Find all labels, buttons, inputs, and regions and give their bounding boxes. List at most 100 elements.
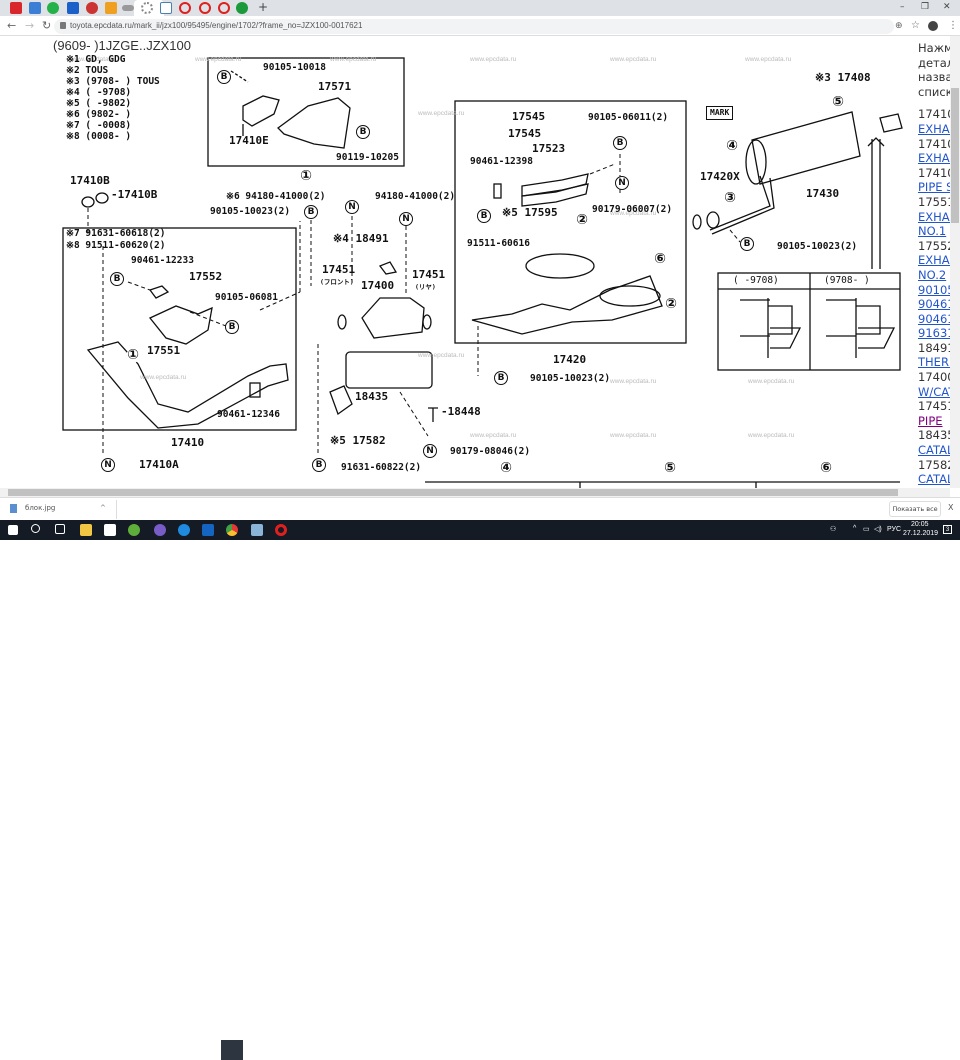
viber-icon[interactable]	[154, 524, 166, 536]
task-view-icon[interactable]	[55, 524, 65, 534]
tab-bookmark-icon[interactable]	[105, 2, 117, 14]
part-label[interactable]: 18435	[355, 391, 388, 402]
part-label[interactable]: 17545	[512, 111, 545, 122]
tab-link-icon[interactable]	[122, 5, 134, 11]
zoom-icon[interactable]: ⊕	[895, 21, 903, 31]
tab-shield-icon[interactable]	[86, 2, 98, 14]
download-menu-chevron[interactable]: ^	[100, 504, 106, 512]
download-filename[interactable]: блок.jpg	[25, 504, 55, 512]
part-label[interactable]: 91631-60822(2)	[341, 463, 421, 473]
tab-pdf-icon[interactable]	[10, 2, 22, 14]
close-window-button[interactable]: ✕	[943, 2, 951, 12]
part-label[interactable]: 94180-41000(2)	[375, 192, 455, 202]
part-label[interactable]: ※6 94180-41000(2)	[226, 192, 325, 202]
part-label[interactable]: 90105-10023(2)	[777, 242, 857, 252]
part-label[interactable]: 17451	[412, 269, 445, 280]
reload-icon[interactable]: ↻	[42, 19, 51, 32]
tab-target-icon[interactable]	[179, 2, 191, 14]
part-link[interactable]: EXHAU	[918, 151, 950, 166]
clock-time[interactable]: 20:05	[911, 521, 929, 528]
part-label[interactable]: 17420	[553, 354, 586, 365]
part-link[interactable]: 90105	[918, 283, 950, 298]
tab-app-icon[interactable]	[29, 2, 41, 14]
part-link[interactable]: CATAL	[918, 443, 950, 458]
tab-a-icon[interactable]	[67, 2, 79, 14]
people-icon[interactable]: ⚇	[830, 525, 836, 533]
part-label[interactable]: 91511-60616	[467, 239, 530, 249]
close-download-bar[interactable]: X	[948, 503, 953, 512]
app-icon[interactable]	[251, 524, 263, 536]
edge-icon[interactable]	[178, 524, 190, 536]
tab-target-icon[interactable]	[218, 2, 230, 14]
vertical-scroll-thumb[interactable]	[951, 88, 959, 223]
part-label[interactable]: 90119-10205	[336, 153, 399, 163]
part-label[interactable]: 17451	[322, 264, 355, 275]
notifications-icon[interactable]: 3	[943, 525, 952, 534]
menu-icon[interactable]: ⋮	[948, 20, 958, 31]
part-link[interactable]: THERM	[918, 355, 950, 370]
back-icon[interactable]: ←	[7, 19, 16, 32]
part-label[interactable]: 90461-12346	[217, 410, 280, 420]
part-label[interactable]: ※4 18491	[333, 233, 389, 244]
part-label[interactable]: 17410B	[70, 175, 110, 186]
part-label[interactable]: ※8 91511-60620(2)	[66, 241, 165, 251]
tray-chevron-icon[interactable]: ^	[853, 525, 856, 532]
part-label[interactable]: ※3 17408	[815, 72, 871, 83]
part-link[interactable]: 90461	[918, 312, 950, 327]
search-icon[interactable]	[31, 524, 40, 533]
part-label[interactable]: 90461-12233	[131, 256, 194, 266]
part-label[interactable]: 17410E	[229, 135, 269, 146]
part-link[interactable]: CATAL	[918, 472, 950, 487]
part-label[interactable]: -17410B	[111, 189, 157, 200]
file-explorer-icon[interactable]	[80, 524, 92, 536]
volume-icon[interactable]: ◁)	[874, 525, 882, 533]
network-icon[interactable]: ▭	[863, 525, 870, 533]
store-icon[interactable]	[104, 524, 116, 536]
target-app-icon[interactable]	[275, 524, 287, 536]
part-link[interactable]: EXHAU	[918, 253, 950, 268]
url-text[interactable]: toyota.epcdata.ru/mark_ii/jzx100/95495/e…	[70, 21, 362, 30]
tab-gear-icon[interactable]	[141, 2, 153, 14]
part-label[interactable]: ※5 17595	[502, 207, 558, 218]
part-label[interactable]: -18448	[441, 406, 481, 417]
tab-g-icon[interactable]	[160, 2, 172, 14]
horizontal-scroll-thumb[interactable]	[8, 489, 898, 496]
part-label[interactable]: ※5 17582	[330, 435, 386, 446]
part-link[interactable]: W/CAT	[918, 385, 950, 400]
part-label[interactable]: ※7 91631-60618(2)	[66, 229, 165, 239]
part-label[interactable]: 90105-10018	[263, 63, 326, 73]
part-label[interactable]: 17400	[361, 280, 394, 291]
clock-date[interactable]: 27.12.2019	[903, 530, 938, 537]
part-label[interactable]: 90461-12398	[470, 157, 533, 167]
part-label[interactable]: 17552	[189, 271, 222, 282]
part-link[interactable]: EXHAU	[918, 210, 950, 225]
profile-icon[interactable]	[928, 21, 938, 31]
part-label[interactable]: 17545	[508, 128, 541, 139]
part-label[interactable]: 17430	[806, 188, 839, 199]
restore-button[interactable]: ❐	[921, 2, 929, 12]
part-label[interactable]: 17523	[532, 143, 565, 154]
part-link[interactable]: 90461	[918, 297, 950, 312]
chrome-icon[interactable]	[226, 524, 238, 536]
lock-icon[interactable]	[60, 22, 66, 29]
part-link[interactable]: NO.1	[918, 224, 950, 239]
part-link-visited[interactable]: PIPE	[918, 414, 950, 429]
tab-target-icon[interactable]	[199, 2, 211, 14]
part-label[interactable]: 90105-10023(2)	[530, 374, 610, 384]
part-link[interactable]: 91631	[918, 326, 950, 341]
part-label[interactable]: 90105-06011(2)	[588, 113, 668, 123]
part-label[interactable]: 90105-06081	[215, 293, 278, 303]
part-label[interactable]: 17410	[171, 437, 204, 448]
star-icon[interactable]: ☆	[911, 20, 920, 31]
show-all-button[interactable]: Показать все	[889, 501, 941, 517]
part-label[interactable]: 17420X	[700, 171, 740, 182]
tab-whatsapp-icon[interactable]	[47, 2, 59, 14]
part-link[interactable]: EXHAU	[918, 122, 950, 137]
app-icon[interactable]	[128, 524, 140, 536]
part-label[interactable]: 90179-08046(2)	[450, 447, 530, 457]
part-label[interactable]: 90105-10023(2)	[210, 207, 290, 217]
part-link[interactable]: NO.2	[918, 268, 950, 283]
minimize-button[interactable]: –	[900, 2, 905, 12]
tab-circle-icon[interactable]	[236, 2, 248, 14]
part-label[interactable]: 17571	[318, 81, 351, 92]
